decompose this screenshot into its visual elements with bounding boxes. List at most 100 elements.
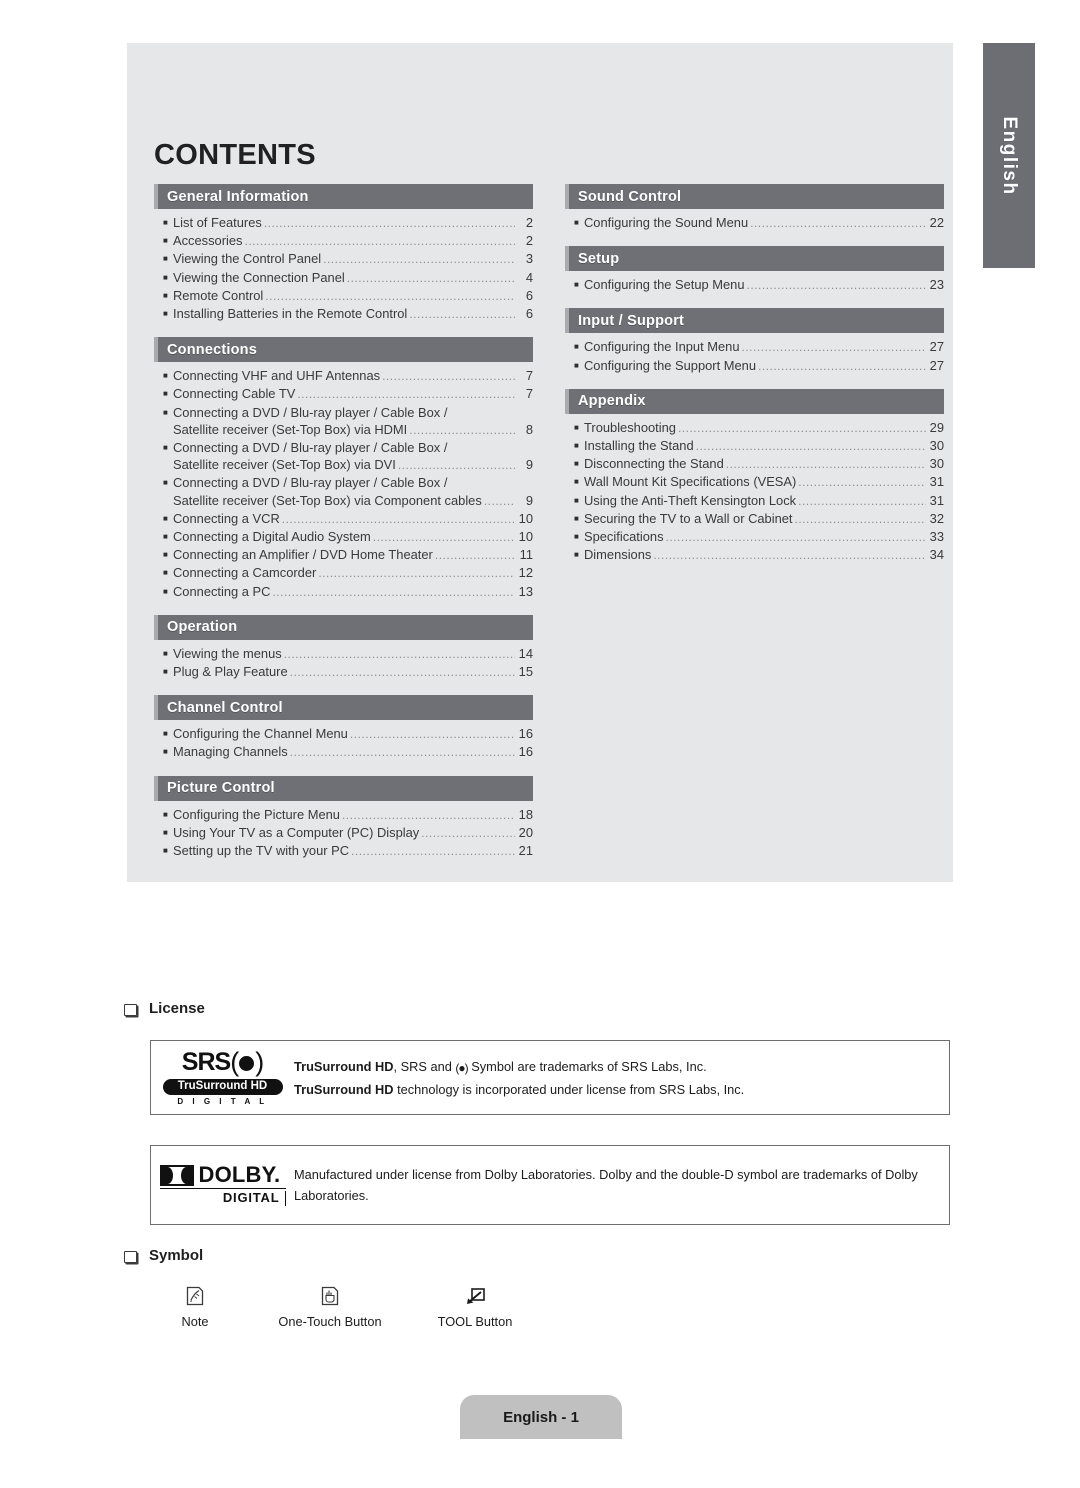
toc-entry-label: Viewing the Connection Panel............… — [173, 269, 515, 287]
toc-section-items: ■ Configuring the Input Menu.............… — [565, 333, 944, 374]
toc-section-header[interactable]: General Information — [154, 184, 533, 209]
toc-entry[interactable]: ■ Viewing the menus......................… — [154, 645, 533, 663]
symbol-heading-label: Symbol — [149, 1247, 204, 1264]
toc-entry[interactable]: ■ Configuring the Channel Menu...........… — [154, 725, 533, 743]
srs-logo-paren-open: ( — [230, 1046, 239, 1077]
toc-leader-dots: ........................................… — [653, 548, 926, 563]
toc-entry[interactable]: ■ Securing the TV to a Wall or Cabinet...… — [565, 510, 944, 528]
toc-leader-dots: ........................................… — [382, 369, 515, 384]
toc-section-items: ■ Configuring the Setup Menu.............… — [565, 271, 944, 294]
toc-entry-page: 14 — [518, 645, 533, 661]
language-tab-label: English — [999, 115, 1020, 196]
toc-entry[interactable]: ■ Accessories............................… — [154, 232, 533, 250]
toc-entry[interactable]: ■ Connecting a Camcorder.................… — [154, 564, 533, 582]
toc-entry[interactable]: ■ Setting up the TV with your PC.........… — [154, 842, 533, 860]
toc-entry[interactable]: ■ Viewing the Control Panel..............… — [154, 250, 533, 268]
toc-entry-page: 7 — [525, 386, 533, 402]
toc-section-items: ■ Configuring the Channel Menu...........… — [154, 720, 533, 761]
toc-section-header[interactable]: Picture Control — [154, 775, 533, 801]
toc-bullet-icon: ■ — [163, 309, 168, 319]
toc-entry-page: 34 — [929, 547, 944, 563]
dolby-logo: DOLBY. DIGITAL — [151, 1164, 294, 1206]
toc-entry[interactable]: ■ Configuring the Picture Menu...........… — [154, 806, 533, 824]
toc-entry[interactable]: ■ List of Features.......................… — [154, 214, 533, 232]
toc-entry-page: 12 — [518, 565, 533, 581]
toc-leader-dots: ........................................… — [346, 270, 515, 285]
toc-entry[interactable]: ■ Using Your TV as a Computer (PC) Displa… — [154, 824, 533, 842]
toc-entry[interactable]: ■ Configuring the Input Menu.............… — [565, 338, 944, 356]
srs-license-line-1: TruSurround HD, SRS and (●) Symbol are t… — [294, 1056, 949, 1079]
srs-license-line-2: TruSurround HD technology is incorporate… — [294, 1079, 949, 1100]
toc-entry-label: Using the Anti-Theft Kensington Lock....… — [584, 492, 926, 510]
toc-section: Operation ■ Viewing the menus.............… — [154, 614, 533, 681]
toc-entry[interactable]: ■ Installing Batteries in the Remote Cont… — [154, 305, 533, 323]
toc-bullet-icon: ■ — [574, 495, 579, 505]
toc-entry[interactable]: ■ Connecting a DVD / Blu-ray player / Cab… — [154, 439, 533, 457]
toc-bullet-icon: ■ — [574, 360, 579, 370]
toc-entry[interactable]: ■ Connecting Cable TV....................… — [154, 385, 533, 403]
toc-entry-label: Connecting a DVD / Blu-ray player / Cabl… — [173, 440, 450, 456]
toc-section-header[interactable]: Appendix — [565, 388, 944, 414]
toc-section: Sound Control ■ Configuring the Sound Menu… — [565, 184, 944, 232]
toc-entry[interactable]: ■ Connecting a DVD / Blu-ray player / Cab… — [154, 474, 533, 492]
toc-entry[interactable]: ■ Connecting a DVD / Blu-ray player / Cab… — [154, 404, 533, 422]
toc-section-header[interactable]: Sound Control — [565, 184, 944, 209]
toc-entry-continuation[interactable]: ■Satellite receiver (Set-Top Box) via Co… — [154, 492, 533, 510]
toc-leader-dots: ........................................… — [483, 493, 515, 508]
toc-entry[interactable]: ■ Connecting a PC........................… — [154, 583, 533, 601]
toc-bullet-icon: ■ — [163, 532, 168, 542]
toc-bullet-icon: ■ — [574, 441, 579, 451]
toc-entry-label: Configuring the Sound Menu..............… — [584, 214, 926, 232]
toc-entry[interactable]: ■ Specifications.........................… — [565, 528, 944, 546]
toc-entry[interactable]: ■ Disconnecting the Stand................… — [565, 455, 944, 473]
toc-leader-dots: ........................................… — [798, 475, 926, 490]
toc-section-items: ■ Configuring the Picture Menu...........… — [154, 801, 533, 861]
toc-entry[interactable]: ■ Plug & Play Feature....................… — [154, 663, 533, 681]
toc-section: Picture Control ■ Configuring the Picture … — [154, 775, 533, 861]
toc-bullet-icon: ■ — [163, 747, 168, 757]
toc-entry[interactable]: ■ Remote Control.........................… — [154, 287, 533, 305]
toc-section: Input / Support ■ Configuring the Input Me… — [565, 308, 944, 374]
toc-entry[interactable]: ■ Connecting an Amplifier / DVD Home Thea… — [154, 546, 533, 564]
symbol-item-one-touch: One-Touch Button — [250, 1283, 410, 1329]
toc-leader-dots: ........................................… — [283, 646, 515, 661]
toc-leader-dots: ........................................… — [263, 216, 515, 230]
toc-entry[interactable]: ■ Managing Channels......................… — [154, 743, 533, 761]
toc-leader-dots: ........................................… — [297, 387, 515, 402]
toc-section: Channel Control ■ Configuring the Channel … — [154, 695, 533, 761]
toc-entry-page: 9 — [525, 492, 533, 508]
toc-section-header[interactable]: Connections — [154, 337, 533, 363]
toc-section-title: Channel Control — [167, 699, 283, 716]
toc-entry[interactable]: ■ Connecting a Digital Audio System......… — [154, 528, 533, 546]
toc-section-items: ■ Troubleshooting........................… — [565, 414, 944, 565]
toc-leader-dots: ........................................… — [323, 252, 515, 267]
toc-entry[interactable]: ■ Configuring the Setup Menu.............… — [565, 276, 944, 294]
toc-entry-page: 13 — [518, 583, 533, 599]
toc-section-header[interactable]: Operation — [154, 614, 533, 640]
toc-entry-continuation[interactable]: ■Satellite receiver (Set-Top Box) via DV… — [154, 456, 533, 474]
toc-entry[interactable]: ■ Viewing the Connection Panel...........… — [154, 269, 533, 287]
toc-section-title: Connections — [167, 341, 258, 358]
toc-entry[interactable]: ■ Wall Mount Kit Specifications (VESA)...… — [565, 473, 944, 491]
toc-entry[interactable]: ■ Using the Anti-Theft Kensington Lock...… — [565, 492, 944, 510]
toc-section-header[interactable]: Setup — [565, 246, 944, 272]
toc-entry[interactable]: ■ Configuring the Sound Menu.............… — [565, 214, 944, 232]
toc-entry[interactable]: ■ Dimensions.............................… — [565, 546, 944, 564]
toc-bullet-icon: ■ — [163, 478, 168, 488]
toc-bullet-icon: ■ — [163, 254, 168, 264]
toc-section-title: Input / Support — [578, 312, 685, 329]
toc-entry[interactable]: ■ Connecting VHF and UHF Antennas........… — [154, 367, 533, 385]
toc-entry-page: 4 — [525, 269, 533, 285]
dolby-license-box: DOLBY. DIGITAL Manufactured under licens… — [150, 1145, 950, 1225]
toc-entry[interactable]: ■ Troubleshooting........................… — [565, 419, 944, 437]
toc-section-header[interactable]: Input / Support — [565, 308, 944, 334]
toc-leader-dots: ........................................… — [746, 278, 926, 293]
toc-bullet-icon: ■ — [574, 218, 579, 227]
toc-entry-continuation[interactable]: ■Satellite receiver (Set-Top Box) via HD… — [154, 421, 533, 439]
toc-entry[interactable]: ■ Connecting a VCR.......................… — [154, 510, 533, 528]
toc-section-header[interactable]: Channel Control — [154, 695, 533, 721]
toc-entry[interactable]: ■ Configuring the Support Menu...........… — [565, 357, 944, 375]
toc-entry-label: Satellite receiver (Set-Top Box) via Com… — [173, 492, 515, 510]
toc-entry[interactable]: ■ Installing the Stand...................… — [565, 437, 944, 455]
toc-entry-page: 30 — [929, 456, 944, 472]
